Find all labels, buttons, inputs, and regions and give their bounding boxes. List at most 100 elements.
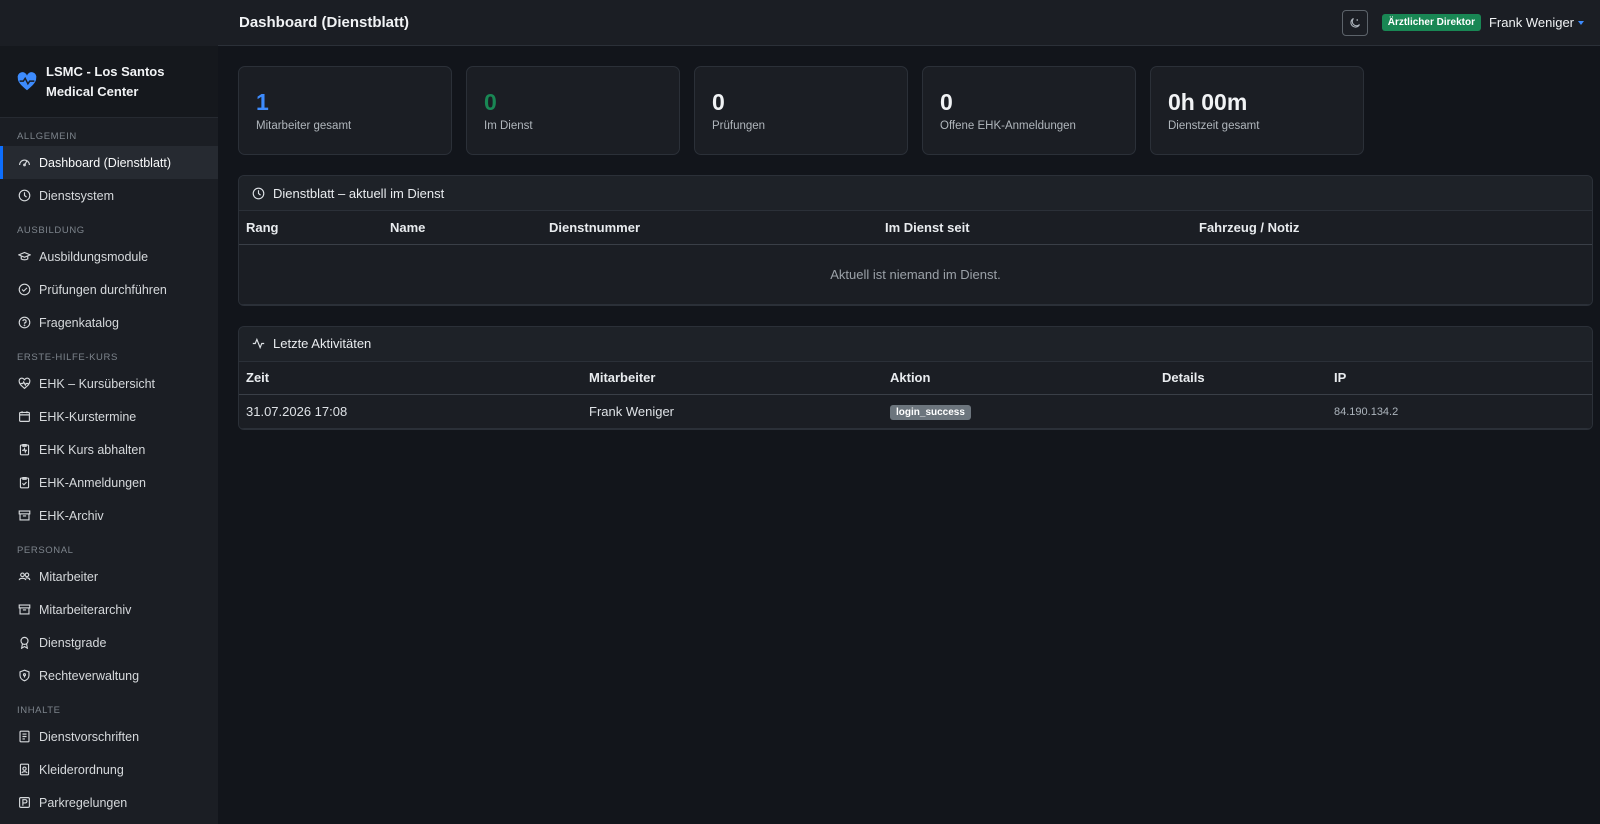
moon-stars-icon bbox=[1350, 17, 1360, 28]
heart-pulse-icon bbox=[18, 377, 31, 390]
stat-card-mitarbeiter: 1 Mitarbeiter gesamt bbox=[238, 66, 452, 155]
stat-card-ehk-anmeldungen: 0 Offene EHK-Anmeldungen bbox=[922, 66, 1136, 155]
people-icon bbox=[18, 572, 31, 581]
panel-title: Letzte Aktivitäten bbox=[273, 336, 372, 351]
activities-panel-header: Letzte Aktivitäten bbox=[239, 326, 1592, 362]
column-header-dienstnummer[interactable]: Dienstnummer bbox=[542, 211, 878, 245]
cell-zeit: 31.07.2026 17:08 bbox=[239, 394, 582, 429]
sidebar-item-label: Dienstvorschriften bbox=[39, 729, 140, 744]
sidebar-item-ehk-abhalten[interactable]: EHK Kurs abhalten bbox=[0, 433, 218, 466]
question-circle-icon bbox=[18, 316, 31, 329]
sidebar-item-label: EHK – Kursübersicht bbox=[39, 376, 156, 391]
dienstblatt-panel-header: Dienstblatt – aktuell im Dienst bbox=[239, 176, 1592, 211]
table-header-row: Rang Name Dienstnummer Im Dienst seit Fa… bbox=[239, 211, 1592, 245]
brand-name-line2: Medical Center bbox=[46, 83, 139, 99]
sidebar-item-ehk-archiv[interactable]: EHK-Archiv bbox=[0, 499, 218, 532]
sidebar-item-ehk-termine[interactable]: EHK-Kurstermine bbox=[0, 400, 218, 433]
sidebar-item-label: Mitarbeiter bbox=[39, 569, 99, 584]
stats-row: 1 Mitarbeiter gesamt 0 Im Dienst 0 Prüfu… bbox=[238, 66, 1593, 155]
stat-value: 0h 00m bbox=[1168, 89, 1248, 115]
sidebar-item-mitarbeiterarchiv[interactable]: Mitarbeiterarchiv bbox=[0, 593, 218, 626]
parking-sign-icon bbox=[19, 797, 30, 808]
activities-table: Zeit Mitarbeiter Aktion Details IP 31.07… bbox=[239, 361, 1592, 429]
main-content: 1 Mitarbeiter gesamt 0 Im Dienst 0 Prüfu… bbox=[238, 66, 1593, 430]
clipboard-check-icon bbox=[19, 477, 30, 489]
sidebar-item-ausbildungsmodule[interactable]: Ausbildungsmodule bbox=[0, 240, 218, 273]
column-header-zeit[interactable]: Zeit bbox=[239, 361, 582, 395]
clipboard-pulse-icon bbox=[19, 444, 30, 456]
activities-panel: Letzte Aktivitäten Zeit Mitarbeiter Akti… bbox=[238, 325, 1593, 430]
sidebar-item-label: Ausbildungsmodule bbox=[39, 249, 149, 264]
user-name: Frank Weniger bbox=[1488, 15, 1574, 30]
sidebar-top-strip bbox=[0, 0, 218, 46]
stat-value: 0 bbox=[940, 89, 953, 115]
shield-lock-icon bbox=[19, 669, 30, 682]
sidebar-item-label: EHK-Anmeldungen bbox=[39, 475, 147, 490]
person-badge-icon bbox=[19, 763, 30, 776]
sidebar-item-dashboard[interactable]: Dashboard (Dienstblatt) bbox=[0, 146, 218, 179]
sidebar-item-label: Kleiderordnung bbox=[39, 762, 124, 777]
brand-name: LSMC - Los Santos Medical Center bbox=[46, 62, 164, 102]
cell-aktion: login_success bbox=[883, 394, 1155, 429]
dienstblatt-table: Rang Name Dienstnummer Im Dienst seit Fa… bbox=[239, 211, 1592, 305]
section-label-allgemein: ALLGEMEIN bbox=[17, 131, 77, 142]
sidebar-item-label: EHK-Kurstermine bbox=[39, 409, 137, 424]
table-row-empty: Aktuell ist niemand im Dienst. bbox=[239, 244, 1592, 305]
calendar-icon bbox=[19, 411, 30, 422]
sidebar-item-dienstsystem[interactable]: Dienstsystem bbox=[0, 179, 218, 212]
award-icon bbox=[20, 636, 29, 649]
column-header-fahrzeug-notiz[interactable]: Fahrzeug / Notiz bbox=[1192, 211, 1592, 245]
sidebar: LSMC - Los Santos Medical Center ALLGEME… bbox=[0, 0, 218, 824]
section-label-personal: PERSONAL bbox=[17, 545, 74, 556]
file-text-icon bbox=[19, 730, 30, 743]
sidebar-item-kleiderordnung[interactable]: Kleiderordnung bbox=[0, 753, 218, 786]
cell-ip: 84.190.134.2 bbox=[1327, 394, 1592, 429]
column-header-mitarbeiter[interactable]: Mitarbeiter bbox=[582, 361, 883, 395]
column-header-details[interactable]: Details bbox=[1155, 361, 1327, 395]
stat-card-dienstzeit: 0h 00m Dienstzeit gesamt bbox=[1150, 66, 1364, 155]
clock-icon bbox=[252, 187, 265, 199]
sidebar-item-parkregelungen[interactable]: Parkregelungen bbox=[0, 786, 218, 819]
sidebar-item-label: Fragenkatalog bbox=[39, 315, 119, 330]
theme-toggle-button[interactable] bbox=[1341, 9, 1368, 36]
sidebar-item-label: EHK-Archiv bbox=[39, 508, 104, 523]
stat-label: Im Dienst bbox=[484, 120, 533, 132]
section-label-inhalte: INHALTE bbox=[17, 705, 61, 716]
clock-icon bbox=[18, 189, 31, 202]
stat-card-pruefungen: 0 Prüfungen bbox=[694, 66, 908, 155]
sidebar-item-label: Mitarbeiterarchiv bbox=[39, 602, 132, 617]
speedometer-icon bbox=[19, 159, 30, 167]
stat-card-im-dienst: 0 Im Dienst bbox=[466, 66, 680, 155]
dienstblatt-panel: Dienstblatt – aktuell im Dienst Rang Nam… bbox=[238, 175, 1593, 306]
stat-value: 0 bbox=[712, 89, 725, 115]
sidebar-item-pruefungen[interactable]: Prüfungen durchführen bbox=[0, 273, 218, 306]
column-header-ip[interactable]: IP bbox=[1327, 361, 1592, 395]
heart-pulse-icon bbox=[17, 71, 37, 90]
sidebar-item-label: Dienstsystem bbox=[39, 188, 115, 203]
sidebar-item-dienstvorschriften[interactable]: Dienstvorschriften bbox=[0, 720, 218, 753]
sidebar-item-label: Rechteverwaltung bbox=[39, 668, 140, 683]
column-header-aktion[interactable]: Aktion bbox=[883, 361, 1155, 395]
cell-mitarbeiter: Frank Weniger bbox=[582, 394, 883, 429]
user-menu-dropdown[interactable]: Frank Weniger bbox=[1489, 15, 1584, 30]
check-circle-icon bbox=[18, 283, 31, 296]
column-header-rang[interactable]: Rang bbox=[239, 211, 383, 245]
section-label-ausbildung: AUSBILDUNG bbox=[17, 225, 85, 236]
sidebar-item-label: Prüfungen durchführen bbox=[39, 282, 167, 297]
sidebar-item-mitarbeiter[interactable]: Mitarbeiter bbox=[0, 560, 218, 593]
brand[interactable]: LSMC - Los Santos Medical Center bbox=[0, 46, 218, 118]
sidebar-item-rechteverwaltung[interactable]: Rechteverwaltung bbox=[0, 659, 218, 692]
sidebar-item-label: Dashboard (Dienstblatt) bbox=[39, 155, 172, 170]
section-label-ehk: ERSTE-HILFE-KURS bbox=[17, 352, 118, 363]
mortarboard-icon bbox=[18, 251, 31, 261]
column-header-im-dienst-seit[interactable]: Im Dienst seit bbox=[878, 211, 1192, 245]
sidebar-item-label: Parkregelungen bbox=[39, 795, 128, 810]
sidebar-item-ehk-anmeldungen[interactable]: EHK-Anmeldungen bbox=[0, 466, 218, 499]
sidebar-item-ehk-uebersicht[interactable]: EHK – Kursübersicht bbox=[0, 367, 218, 400]
cell-details bbox=[1155, 394, 1327, 429]
stat-label: Offene EHK-Anmeldungen bbox=[940, 120, 1076, 132]
archive-icon bbox=[18, 604, 31, 615]
sidebar-item-fragenkatalog[interactable]: Fragenkatalog bbox=[0, 306, 218, 339]
sidebar-item-dienstgrade[interactable]: Dienstgrade bbox=[0, 626, 218, 659]
column-header-name[interactable]: Name bbox=[383, 211, 542, 245]
